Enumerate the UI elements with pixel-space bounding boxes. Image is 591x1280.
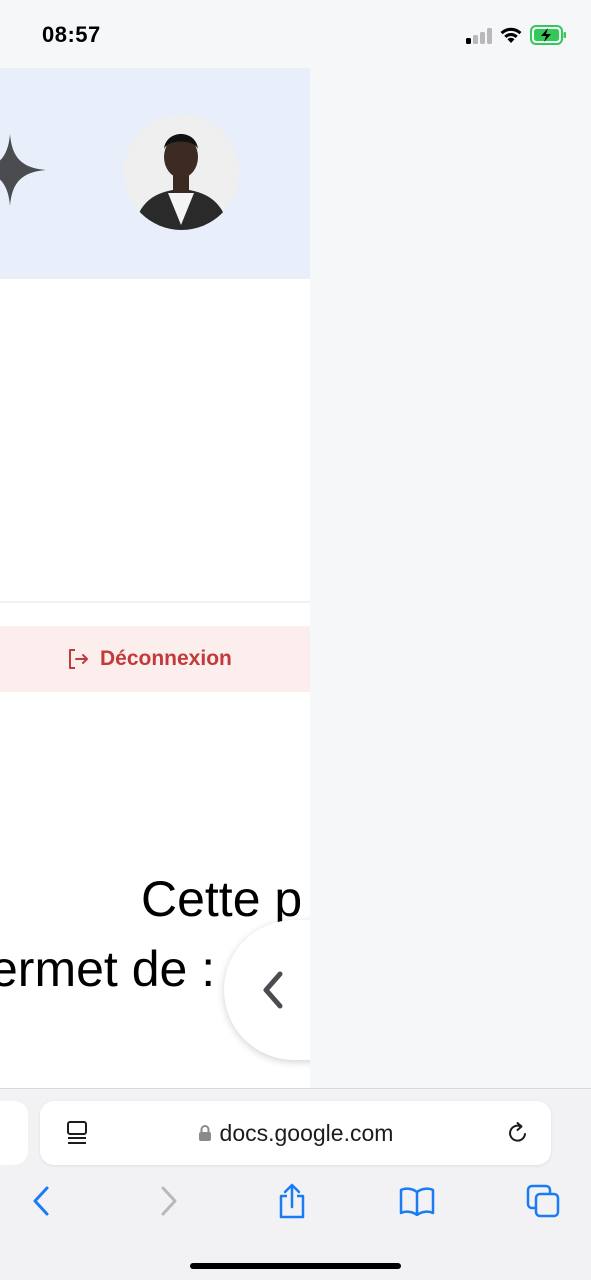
- browser-chrome: docs.google.com: [0, 1088, 591, 1280]
- profile-avatar[interactable]: [124, 115, 239, 230]
- forward-arrow-icon: [161, 1186, 177, 1216]
- web-page: Déconnexion Cette p ermet de :: [0, 68, 310, 1088]
- cellular-signal-icon: [466, 27, 492, 44]
- reload-icon[interactable]: [506, 1121, 530, 1145]
- tabs-button[interactable]: [523, 1181, 563, 1221]
- sparkle-icon[interactable]: [0, 132, 48, 208]
- phone-screen: 08:57 Déconnexion Cette p ermet de: doc…: [0, 0, 591, 1280]
- status-time: 08:57: [42, 22, 101, 47]
- page-header: [0, 68, 310, 279]
- wifi-icon: [500, 27, 522, 43]
- document-text-line: ermet de :: [0, 941, 216, 997]
- bookmarks-button[interactable]: [397, 1181, 437, 1221]
- document-text-line: Cette p: [141, 871, 303, 927]
- url-text: docs.google.com: [219, 1119, 394, 1146]
- forward-button[interactable]: [149, 1181, 189, 1221]
- share-icon: [279, 1183, 305, 1219]
- lock-icon: [198, 1125, 211, 1141]
- share-button[interactable]: [272, 1181, 312, 1221]
- back-floating-button[interactable]: [224, 920, 310, 1060]
- logout-icon: [69, 649, 88, 669]
- logout-label: Déconnexion: [100, 647, 232, 670]
- back-button[interactable]: [21, 1181, 61, 1221]
- address-bar[interactable]: docs.google.com: [40, 1101, 551, 1165]
- home-indicator[interactable]: [190, 1263, 401, 1269]
- chevron-left-icon: [263, 971, 283, 1009]
- divider: [0, 601, 310, 603]
- previous-tab-preview[interactable]: [0, 1101, 28, 1165]
- tabs-icon: [526, 1184, 560, 1218]
- bookmarks-icon: [399, 1187, 435, 1216]
- status-bar: 08:57: [0, 0, 591, 68]
- back-arrow-icon: [33, 1186, 49, 1216]
- logout-button[interactable]: Déconnexion: [66, 647, 232, 671]
- battery-charging-icon: [530, 25, 566, 45]
- avatar-image: [124, 115, 239, 230]
